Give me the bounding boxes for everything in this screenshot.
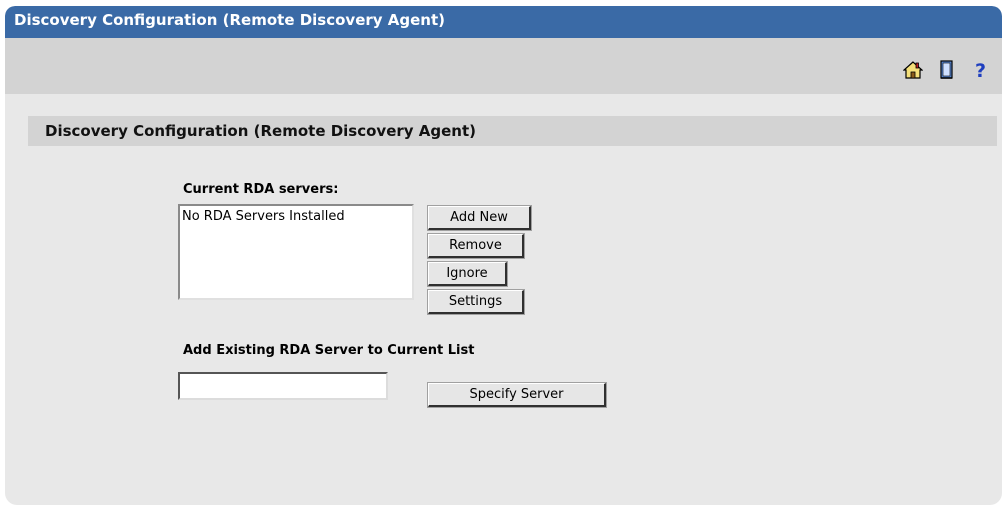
svg-text:?: ? bbox=[975, 60, 986, 80]
toolbar: ? bbox=[5, 38, 1002, 94]
server-name-input[interactable] bbox=[178, 372, 388, 400]
specify-server-button[interactable]: Specify Server bbox=[427, 382, 607, 408]
home-icon[interactable] bbox=[896, 58, 930, 82]
section-header: Discovery Configuration (Remote Discover… bbox=[28, 116, 997, 146]
add-new-button[interactable]: Add New bbox=[427, 205, 532, 231]
help-icon[interactable]: ? bbox=[964, 58, 998, 82]
add-existing-label: Add Existing RDA Server to Current List bbox=[183, 343, 475, 358]
remove-button[interactable]: Remove bbox=[427, 233, 525, 259]
settings-button[interactable]: Settings bbox=[427, 289, 525, 315]
ignore-button[interactable]: Ignore bbox=[427, 261, 508, 287]
list-item[interactable]: No RDA Servers Installed bbox=[182, 209, 410, 224]
book-icon[interactable] bbox=[930, 58, 964, 82]
current-rda-label: Current RDA servers: bbox=[183, 182, 339, 197]
rda-server-list[interactable]: No RDA Servers Installed bbox=[178, 204, 414, 300]
window-title: Discovery Configuration (Remote Discover… bbox=[5, 6, 1002, 38]
